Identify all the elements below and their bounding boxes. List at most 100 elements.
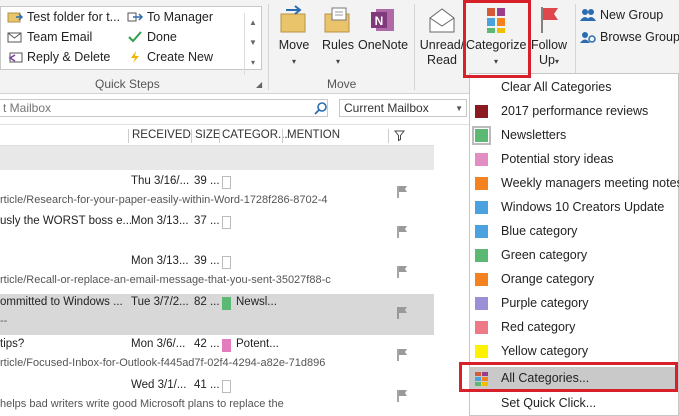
quick-step-label: Test folder for t... xyxy=(27,10,121,24)
menu-item-label: Red category xyxy=(501,320,576,334)
message-preview: rticle/Focused-Inbox-for-Outlook-f445ad7… xyxy=(0,357,326,369)
quick-step-test-folder[interactable]: Test folder for t... xyxy=(7,10,120,24)
flag-icon[interactable] xyxy=(396,185,409,198)
column-categories[interactable]: CATEGOR... xyxy=(222,129,288,141)
move-button[interactable]: Move ▾ xyxy=(274,5,314,67)
category-box[interactable] xyxy=(222,176,231,189)
category-box[interactable] xyxy=(222,380,231,393)
search-icon[interactable] xyxy=(314,102,327,115)
dialog-launcher-icon[interactable]: ◢ xyxy=(256,80,262,89)
reply-icon xyxy=(8,52,23,63)
onenote-button[interactable]: N OneNote xyxy=(357,5,409,53)
quick-step-done[interactable]: Done xyxy=(127,30,177,44)
category-item[interactable]: Yellow category xyxy=(470,340,678,364)
flag-icon[interactable] xyxy=(396,389,409,402)
quick-step-label: Reply & Delete xyxy=(27,50,111,64)
browse-groups-button[interactable]: Browse Groups xyxy=(580,30,679,44)
column-divider xyxy=(128,129,129,143)
column-mention[interactable]: MENTION xyxy=(287,129,340,141)
clear-all-categories-item[interactable]: Clear All Categories xyxy=(470,76,678,100)
follow-up-button[interactable]: Follow Up▾ xyxy=(528,5,570,69)
category-swatch xyxy=(475,345,488,358)
menu-item-label: Weekly managers meeting notes xyxy=(501,176,679,190)
menu-item-label: 2017 performance reviews xyxy=(501,104,649,118)
new-group-button[interactable]: New Group xyxy=(580,8,663,22)
category-item[interactable]: Orange category xyxy=(470,268,678,292)
search-scope-dropdown[interactable]: Current Mailbox ▼ xyxy=(339,99,467,117)
category-item[interactable]: 2017 performance reviews xyxy=(470,100,678,124)
arrow-right-icon xyxy=(127,12,143,22)
category-item[interactable]: Newsletters xyxy=(470,124,678,148)
unread-line2: Read xyxy=(427,53,457,67)
new-group-label: New Group xyxy=(600,8,664,22)
follow-up-line2-text: Up xyxy=(539,53,555,67)
quick-step-create-new[interactable]: Create New xyxy=(127,50,213,64)
category-item[interactable]: Green category xyxy=(470,244,678,268)
search-scope-value: Current Mailbox xyxy=(344,101,429,115)
message-size: 82 ... xyxy=(194,296,220,308)
menu-item-label: Orange category xyxy=(501,272,595,286)
category-item[interactable]: Red category xyxy=(470,316,678,340)
table-row[interactable]: Wed 3/1/... 41 ... helps bad writers writ… xyxy=(0,377,434,416)
flag-icon[interactable] xyxy=(396,348,409,361)
flag-icon[interactable] xyxy=(396,225,409,238)
quick-step-label: Create New xyxy=(147,50,213,64)
set-quick-click-item[interactable]: Set Quick Click... xyxy=(470,392,678,416)
search-input[interactable] xyxy=(0,99,328,117)
move-group-label: Move xyxy=(327,77,357,91)
all-categories-highlight xyxy=(459,362,678,392)
category-box[interactable] xyxy=(222,256,231,269)
table-row[interactable]: usly the WORST boss e... Mon 3/13... 37 ..… xyxy=(0,213,434,253)
rules-button[interactable]: Rules ▾ xyxy=(318,5,358,67)
message-category: Newsl... xyxy=(236,296,277,308)
expand-icon: ▾ xyxy=(250,58,255,67)
scroll-down-icon: ▼ xyxy=(249,38,257,47)
column-received[interactable]: RECEIVED xyxy=(132,129,191,141)
flag-icon[interactable] xyxy=(396,265,409,278)
message-received: Mon 3/13... xyxy=(131,215,189,227)
quick-step-team-email[interactable]: Team Email xyxy=(7,30,92,44)
category-item[interactable]: Purple category xyxy=(470,292,678,316)
flag-icon[interactable] xyxy=(396,306,409,319)
category-color[interactable] xyxy=(222,297,231,310)
quick-steps-scroller[interactable]: ▲ ▼ ▾ xyxy=(244,13,261,75)
flag-column-icon[interactable] xyxy=(394,130,405,141)
quick-step-reply-delete[interactable]: Reply & Delete xyxy=(7,50,110,64)
follow-up-line1: Follow xyxy=(530,38,568,52)
checkmark-icon xyxy=(128,31,142,43)
quick-steps-gallery: Test folder for t... To Manager Team Ema… xyxy=(0,6,262,75)
unread-read-button[interactable]: Unread/ Read xyxy=(418,5,466,68)
message-list-header: RECEIVED SIZE CATEGOR... MENTION xyxy=(0,127,434,146)
table-row[interactable]: tips? Mon 3/6/... 42 ... Potent... rticle/F… xyxy=(0,336,434,376)
envelope-open-icon xyxy=(429,8,455,33)
category-item[interactable]: Blue category xyxy=(470,220,678,244)
message-category: Potent... xyxy=(236,338,279,350)
column-divider xyxy=(191,129,192,143)
category-swatch xyxy=(475,177,488,190)
browse-groups-label: Browse Groups xyxy=(600,30,679,44)
table-row[interactable]: ommitted to Windows ... Tue 3/7/2... 82 ..… xyxy=(0,294,434,335)
follow-up-caret-icon: ▾ xyxy=(554,57,559,66)
message-subject: tips? xyxy=(0,338,25,350)
message-preview: rticle/Recall-or-replace-an-email-messag… xyxy=(0,274,331,286)
category-color[interactable] xyxy=(222,339,231,352)
follow-up-line2: Up▾ xyxy=(528,53,570,69)
category-item[interactable]: Windows 10 Creators Update xyxy=(470,196,678,220)
column-size[interactable]: SIZE xyxy=(195,129,221,141)
table-row[interactable]: Thu 3/16/... 39 ... rticle/Research-for-y… xyxy=(0,173,434,213)
group-header-band xyxy=(0,146,434,170)
message-size: 39 ... xyxy=(194,255,220,267)
flag-icon xyxy=(541,7,558,33)
category-item[interactable]: Potential story ideas xyxy=(470,148,678,172)
move-icon xyxy=(280,5,306,33)
table-row[interactable]: Mon 3/13... 39 ... rticle/Recall-or-repla… xyxy=(0,253,434,293)
category-swatch xyxy=(475,225,488,238)
quick-step-to-manager[interactable]: To Manager xyxy=(127,10,213,24)
chevron-down-icon: ▼ xyxy=(455,104,463,113)
quick-step-label: To Manager xyxy=(147,10,214,24)
menu-item-label: Windows 10 Creators Update xyxy=(501,200,665,214)
category-swatch xyxy=(475,153,488,166)
category-item[interactable]: Weekly managers meeting notes xyxy=(470,172,679,196)
category-box[interactable] xyxy=(222,216,231,229)
menu-item-label: Newsletters xyxy=(501,128,567,142)
